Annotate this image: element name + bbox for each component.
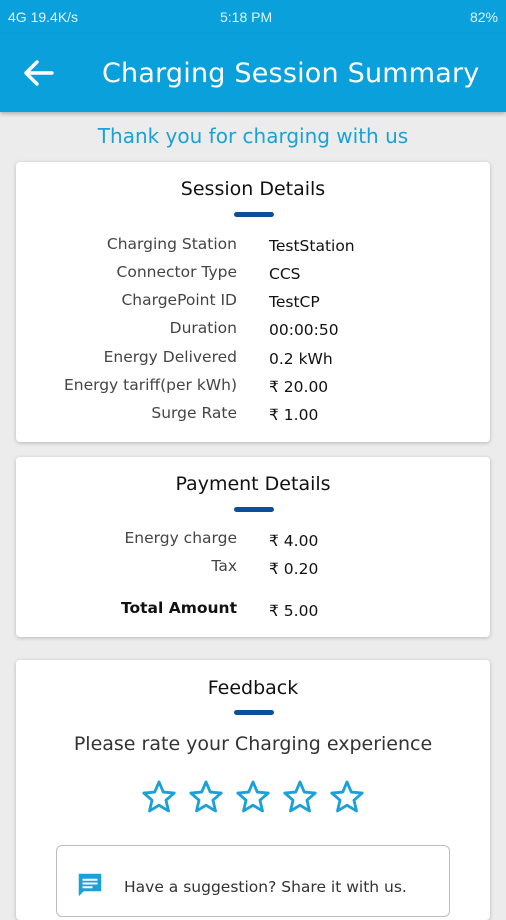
title-underline xyxy=(234,212,274,217)
feedback-title: Feedback xyxy=(207,677,299,699)
payment-details-card: Payment Details Energy charge ₹ 4.00 Tax… xyxy=(16,457,490,637)
back-button[interactable] xyxy=(22,58,56,88)
thank-you-message: Thank you for charging with us xyxy=(97,124,409,148)
star-icon[interactable] xyxy=(187,778,225,816)
feedback-card: Feedback Please rate your Charging exper… xyxy=(16,660,490,920)
session-details-title: Session Details xyxy=(180,178,326,200)
payment-row-label: Energy charge xyxy=(124,529,237,547)
battery-level: 82% xyxy=(469,9,498,25)
payment-row-value: ₹ 0.20 xyxy=(269,560,319,578)
session-row-value: 0.2 kWh xyxy=(269,350,333,368)
session-row-label: Energy tariff(per kWh) xyxy=(63,376,237,394)
star-icon[interactable] xyxy=(281,778,319,816)
total-amount-value: ₹ 5.00 xyxy=(269,602,319,620)
session-row-label: ChargePoint ID xyxy=(121,291,237,309)
suggestion-placeholder: Have a suggestion? Share it with us. xyxy=(124,878,407,896)
session-row-value: TestCP xyxy=(269,293,320,311)
page-title: Charging Session Summary xyxy=(102,58,480,89)
session-row-label: Charging Station xyxy=(106,235,237,253)
session-row-label: Connector Type xyxy=(116,263,237,281)
title-underline xyxy=(234,710,274,715)
session-details-card: Session Details Charging Station TestSta… xyxy=(16,162,490,442)
rating-prompt: Please rate your Charging experience xyxy=(73,733,433,755)
suggestion-input[interactable]: Have a suggestion? Share it with us. xyxy=(56,845,450,917)
app-bar: Charging Session Summary xyxy=(0,34,506,112)
network-status: 4G 19.4K/s xyxy=(8,9,79,25)
payment-row-value: ₹ 4.00 xyxy=(269,532,319,550)
payment-row-label: Tax xyxy=(211,557,237,575)
star-icon[interactable] xyxy=(234,778,272,816)
session-row-label: Duration xyxy=(169,319,237,337)
session-row-value: TestStation xyxy=(269,237,355,255)
star-rating xyxy=(140,778,370,818)
title-underline xyxy=(234,507,274,512)
session-row-label: Energy Delivered xyxy=(103,348,237,366)
star-icon[interactable] xyxy=(328,778,366,816)
status-bar: 4G 19.4K/s 5:18 PM 82% xyxy=(0,0,506,34)
arrow-back-icon xyxy=(24,60,54,86)
session-row-value: ₹ 20.00 xyxy=(269,378,329,396)
clock: 5:18 PM xyxy=(220,9,273,25)
session-row-value: CCS xyxy=(269,265,301,283)
star-icon[interactable] xyxy=(140,778,178,816)
chat-icon xyxy=(78,873,102,897)
total-amount-label: Total Amount xyxy=(120,599,237,617)
session-row-value: 00:00:50 xyxy=(269,321,339,339)
payment-details-title: Payment Details xyxy=(175,473,331,495)
session-row-label: Surge Rate xyxy=(151,404,237,422)
session-row-value: ₹ 1.00 xyxy=(269,406,319,424)
